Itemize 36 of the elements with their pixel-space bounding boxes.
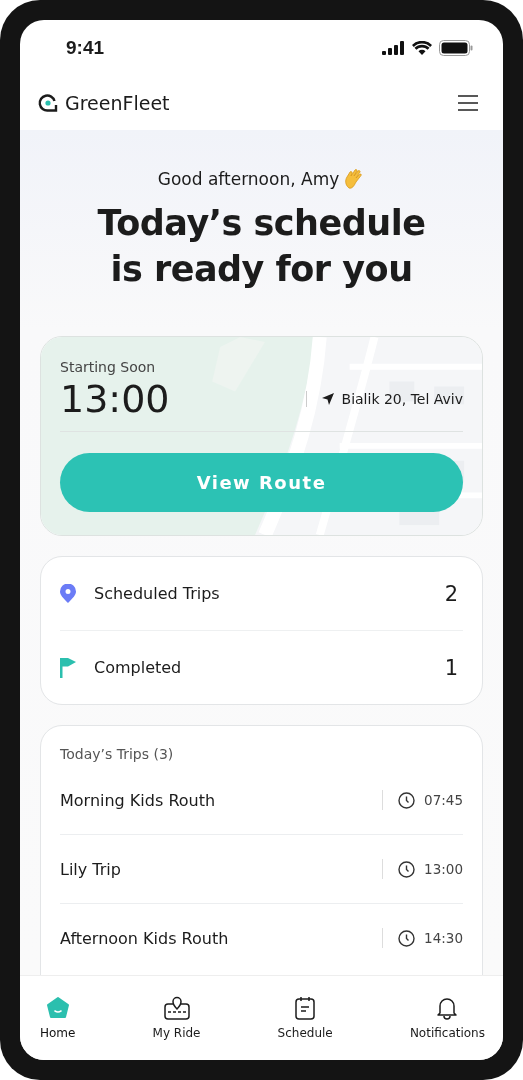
starting-soon-label: Starting Soon — [60, 359, 157, 375]
trip-name: Morning Kids Routh — [60, 790, 217, 810]
notepad-icon — [294, 996, 317, 1020]
status-time: 9:41 — [66, 36, 105, 59]
trip-name: Afternoon Kids Routh — [60, 928, 230, 948]
greeting-text: Good afternoon, Amy — [157, 169, 340, 189]
stat-value: 1 — [444, 655, 458, 680]
address-text: Bialik 20, Tel Aviv — [341, 391, 463, 407]
home-icon — [45, 996, 70, 1020]
wifi-icon — [412, 40, 432, 55]
clock-icon — [398, 791, 416, 809]
trip-time: 07:45 — [424, 792, 463, 808]
stat-label: Scheduled Trips — [94, 584, 221, 603]
nav-tab[interactable]: My Ride — [146, 976, 207, 1060]
logo-icon — [38, 92, 58, 113]
trip-name: Lily Trip — [60, 859, 122, 879]
trip-time: 13:00 — [424, 861, 463, 877]
nav-tab[interactable]: Home — [34, 976, 82, 1060]
map-pin-icon — [163, 996, 190, 1020]
navigation-arrow-icon — [320, 392, 335, 406]
start-time: 13:00 — [60, 376, 170, 423]
stat-value: 2 — [444, 581, 458, 606]
clock-icon — [398, 929, 416, 947]
nav-tab[interactable]: Schedule — [271, 976, 339, 1060]
signal-icon — [382, 40, 405, 55]
bell-icon — [436, 996, 459, 1020]
headline-text: is ready for you — [110, 248, 413, 291]
trips-title: Today’s Trips (3) — [60, 746, 175, 762]
trip-time: 14:30 — [424, 930, 463, 946]
brand-name: GreenFleet — [65, 91, 170, 114]
headline-text: Today’s schedule — [97, 202, 426, 245]
nav-tab[interactable]: Notifications — [403, 976, 491, 1060]
battery-icon — [439, 39, 473, 56]
menu-icon[interactable] — [458, 94, 478, 111]
clock-icon — [398, 860, 416, 878]
stat-label: Completed — [94, 658, 183, 677]
